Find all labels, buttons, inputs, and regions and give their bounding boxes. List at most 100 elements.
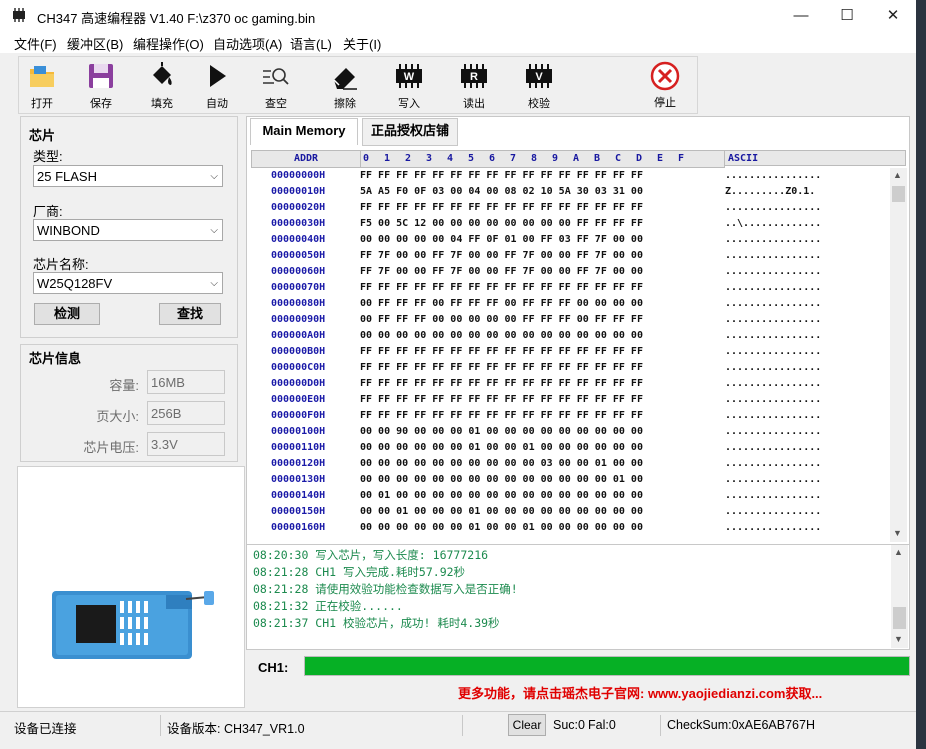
hex-bytes: 00 00 00 00 00 00 01 00 00 01 00 00 00 0… — [360, 442, 643, 453]
hex-ascii: ................ — [725, 202, 822, 213]
erase-button[interactable]: 擦除 — [315, 57, 375, 113]
menu-about[interactable]: 关于(I) — [343, 34, 381, 53]
minimize-button[interactable]: — — [778, 0, 824, 31]
scroll-thumb[interactable] — [893, 607, 906, 629]
menu-auto-options[interactable]: 自动选项(A) — [213, 34, 282, 53]
scroll-thumb[interactable] — [892, 186, 905, 202]
menu-language[interactable]: 语言(L) — [290, 34, 332, 53]
status-divider — [160, 715, 161, 736]
verify-label: 校验 — [528, 98, 550, 110]
hex-ascii: ................ — [725, 490, 822, 501]
vendor-select[interactable]: WINBOND ⌵ — [33, 219, 223, 241]
scroll-up-icon[interactable]: ▲ — [893, 170, 902, 180]
hex-bytes: 00 01 00 00 00 00 00 00 00 00 00 00 00 0… — [360, 490, 643, 501]
verify-button[interactable]: V 校验 — [509, 57, 569, 113]
read-button[interactable]: R 读出 — [444, 57, 504, 113]
write-button[interactable]: W 写入 — [379, 57, 439, 113]
ch1-label: CH1: — [258, 660, 289, 675]
chip-name-label: 芯片名称: — [33, 257, 89, 272]
close-button[interactable]: ✕ — [870, 0, 916, 31]
hex-address: 000000C0H — [271, 362, 326, 373]
hex-ascii: ................ — [725, 474, 822, 485]
chevron-down-icon: ⌵ — [210, 225, 218, 236]
hex-bytes: 00 00 90 00 00 00 01 00 00 00 00 00 00 0… — [360, 426, 643, 437]
hex-bytes: 00 FF FF FF 00 FF FF FF 00 FF FF FF 00 0… — [360, 298, 643, 309]
toolbar: 打开 保存 填充 自动 查空 擦除 W 写入 R 读出 V 校验 停止 — [18, 56, 698, 114]
log-line: 08:21:37 CH1 校验芯片，成功! 耗时4.39秒 — [253, 616, 500, 630]
hex-address: 000000D0H — [271, 378, 326, 389]
chip-type-select[interactable]: 25 FLASH ⌵ — [33, 165, 223, 187]
chip-name-value: W25Q128FV — [37, 276, 113, 291]
col-header: 3 — [426, 153, 433, 164]
hex-bytes: 00 00 00 00 00 00 00 00 00 00 00 00 00 0… — [360, 330, 643, 341]
menu-buffer[interactable]: 缓冲区(B) — [67, 34, 123, 53]
log-panel[interactable]: 08:20:30 写入芯片，写入长度: 16777216 08:21:28 CH… — [246, 544, 910, 650]
hex-ascii: ................ — [725, 362, 822, 373]
hex-address: 00000150H — [271, 506, 326, 517]
hex-ascii: ................ — [725, 506, 822, 517]
hex-bytes: FF 7F 00 00 FF 7F 00 00 FF 7F 00 00 FF 7… — [360, 266, 643, 277]
find-button[interactable]: 查找 — [159, 303, 221, 325]
hex-address: 00000100H — [271, 426, 326, 437]
hex-address: 00000010H — [271, 186, 326, 197]
folder-icon — [30, 66, 54, 87]
menu-file[interactable]: 文件(F) — [14, 34, 57, 53]
chip-type-value: 25 FLASH — [37, 169, 97, 184]
chip-read-icon: R — [461, 64, 487, 88]
col-header: 6 — [489, 153, 496, 164]
hex-address: 000000F0H — [271, 410, 326, 421]
save-button[interactable]: 保存 — [71, 57, 131, 113]
paint-bucket-icon — [153, 62, 172, 85]
hex-ascii: ................ — [725, 394, 822, 405]
chip-verify-icon: V — [526, 64, 552, 88]
lookup-label: 查空 — [265, 98, 287, 110]
detect-button[interactable]: 检测 — [34, 303, 100, 325]
ascii-header: ASCII — [724, 150, 906, 166]
eraser-icon — [333, 68, 357, 90]
hex-ascii: ................ — [725, 410, 822, 421]
col-header: 1 — [384, 153, 391, 164]
promo-link[interactable]: 更多功能，请点击瑶杰电子官网: www.yaojiedianzi.com获取..… — [458, 683, 822, 702]
hex-ascii: ................ — [725, 346, 822, 357]
fill-label: 填充 — [151, 98, 173, 110]
chip-name-select[interactable]: W25Q128FV ⌵ — [33, 272, 223, 294]
open-label: 打开 — [31, 98, 53, 110]
device-version: 设备版本: CH347_VR1.0 — [167, 722, 305, 736]
hex-bytes: F5 00 5C 12 00 00 00 00 00 00 00 00 FF F… — [360, 218, 643, 229]
desktop-edge — [916, 0, 926, 749]
hex-scrollbar[interactable]: ▲ ▼ — [890, 168, 907, 542]
page-size-label: 页大小: — [96, 409, 139, 424]
open-button[interactable]: 打开 — [12, 57, 72, 113]
tab-store[interactable]: 正品授权店铺 — [362, 118, 458, 146]
clear-button[interactable]: Clear — [508, 714, 546, 736]
menu-bar: 文件(F) 缓冲区(B) 编程操作(O) 自动选项(A) 语言(L) 关于(I) — [0, 31, 916, 53]
hex-address: 00000070H — [271, 282, 326, 293]
scroll-up-icon[interactable]: ▲ — [894, 547, 903, 557]
capacity-label: 容量: — [109, 378, 139, 393]
lookup-button[interactable]: 查空 — [246, 57, 306, 113]
chevron-down-icon: ⌵ — [210, 278, 218, 289]
hex-address: 000000E0H — [271, 394, 326, 405]
scroll-down-icon[interactable]: ▼ — [893, 528, 902, 538]
auto-button[interactable]: 自动 — [187, 57, 247, 113]
read-glyph: R — [470, 71, 478, 83]
hex-bytes: 00 00 00 00 00 00 01 00 00 01 00 00 00 0… — [360, 522, 643, 533]
maximize-button[interactable]: ☐ — [824, 0, 870, 31]
hex-ascii: Z.........Z0.1. — [725, 186, 816, 197]
status-divider — [462, 715, 463, 736]
hex-address: 00000110H — [271, 442, 326, 453]
col-header: F — [678, 153, 685, 164]
hex-address: 00000160H — [271, 522, 326, 533]
save-label: 保存 — [90, 98, 112, 110]
stop-button[interactable]: 停止 — [635, 57, 695, 113]
hex-address: 00000030H — [271, 218, 326, 229]
col-header: B — [594, 153, 601, 164]
hex-bytes: FF FF FF FF FF FF FF FF FF FF FF FF FF F… — [360, 346, 643, 357]
scroll-down-icon[interactable]: ▼ — [894, 634, 903, 644]
menu-program[interactable]: 编程操作(O) — [133, 34, 204, 53]
tab-main-memory[interactable]: Main Memory — [250, 118, 358, 145]
hex-address: 000000A0H — [271, 330, 326, 341]
ch1-progress-fill — [305, 657, 909, 675]
log-scrollbar[interactable]: ▲ ▼ — [891, 545, 908, 648]
fill-button[interactable]: 填充 — [132, 57, 192, 113]
